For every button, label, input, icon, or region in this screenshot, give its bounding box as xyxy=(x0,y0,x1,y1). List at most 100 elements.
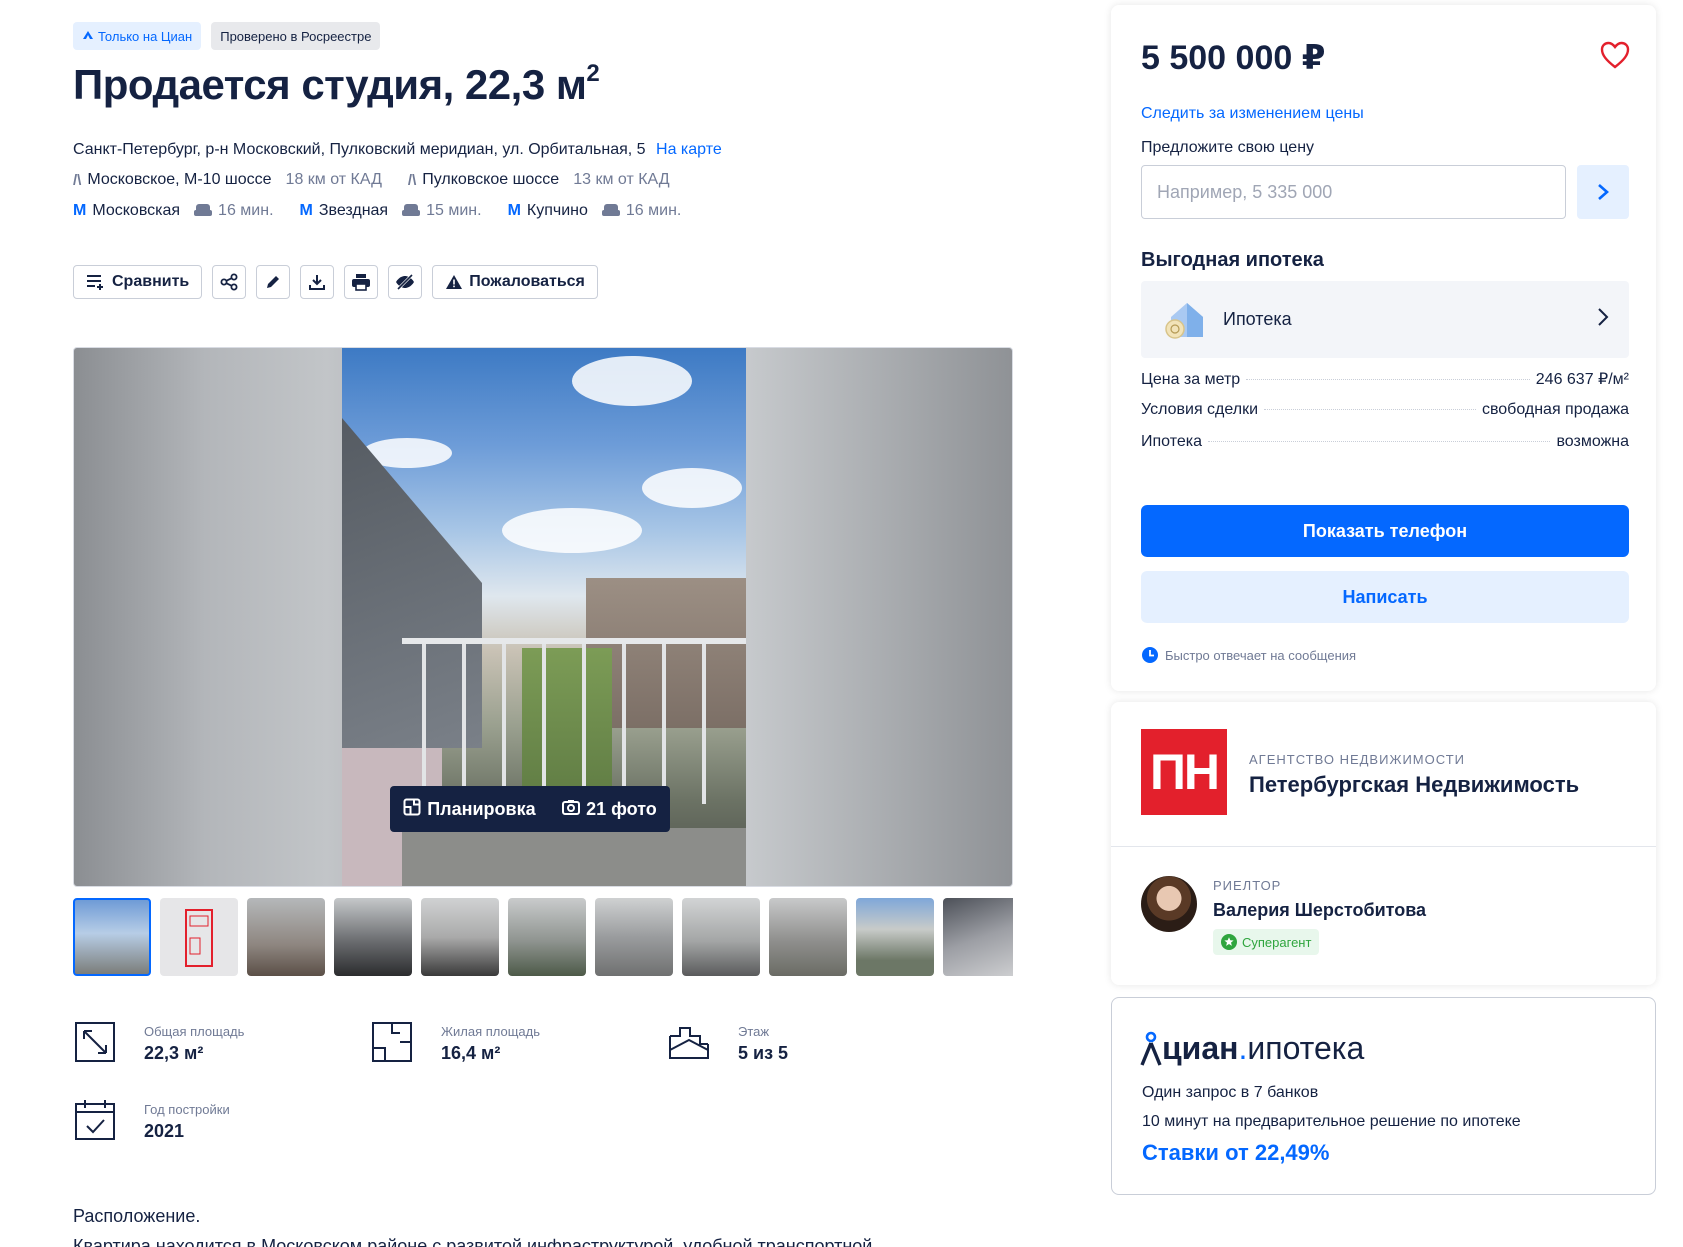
only-cian-label: Только на Циан xyxy=(98,28,193,44)
thumbnail[interactable] xyxy=(943,898,1013,976)
fact-living-area: Жилая площадь 16,4 м² xyxy=(370,1020,670,1064)
detail-row: Цена за метр 246 637 ₽/м² xyxy=(1141,369,1629,389)
write-message-button[interactable]: Написать xyxy=(1141,571,1629,623)
warning-icon xyxy=(445,274,463,290)
map-link[interactable]: На карте xyxy=(656,141,722,158)
thumbnail[interactable] xyxy=(73,898,151,976)
agency-logo[interactable]: ПН xyxy=(1141,729,1227,815)
cian-mortgage-card[interactable]: циан. ипотека Один запрос в 7 банков 10 м… xyxy=(1111,997,1656,1195)
highway-name: Пулковское шоссе xyxy=(422,171,560,188)
logo-suffix: ипотека xyxy=(1247,1030,1365,1066)
balcony-railing xyxy=(402,638,746,804)
car-icon xyxy=(402,204,421,218)
price: 5 500 000 ₽ xyxy=(1141,39,1326,77)
floorplan-icon xyxy=(403,798,421,821)
thumbnail[interactable] xyxy=(595,898,673,976)
superagent-label: Суперагент xyxy=(1242,934,1312,950)
metro-time: 16 мин. xyxy=(218,202,274,219)
thumbnail[interactable] xyxy=(769,898,847,976)
photos-button[interactable]: 21 фото xyxy=(562,799,657,820)
logo-dot: . xyxy=(1238,1030,1248,1066)
fact-year: Год постройки 2021 xyxy=(73,1098,373,1142)
fact-value: 22,3 м² xyxy=(144,1043,204,1063)
pencil-icon xyxy=(264,273,282,291)
cian-mortgage-line: Один запрос в 7 банков xyxy=(1142,1084,1319,1101)
edit-button[interactable] xyxy=(256,265,291,299)
offer-submit-button[interactable] xyxy=(1577,165,1629,219)
metro-item: M Звездная 15 мин. xyxy=(300,202,482,220)
highway-icon: /\ xyxy=(407,171,417,189)
agency-logo-text: ПН xyxy=(1149,744,1220,800)
photos-label: 21 фото xyxy=(586,798,657,819)
show-phone-button[interactable]: Показать телефон xyxy=(1141,505,1629,557)
mortgage-item-label: Ипотека xyxy=(1223,309,1292,329)
page-title: Продается студия, 22,3 м2 xyxy=(73,60,600,109)
thumbnail[interactable] xyxy=(247,898,325,976)
metro-item: M Московская 16 мин. xyxy=(73,202,274,220)
offer-label: Предложите свою цену xyxy=(1141,139,1315,156)
offer-price-input[interactable] xyxy=(1141,165,1566,219)
layout-label: Планировка xyxy=(427,798,536,819)
detail-value: свободная продажа xyxy=(1481,401,1629,418)
description-line: Квартира находится в Московском районе с… xyxy=(73,1236,873,1247)
toolbar: Сравнить Пожаловаться xyxy=(73,265,598,299)
fact-value: 16,4 м² xyxy=(441,1043,501,1063)
agency-card: ПН АГЕНТСТВО НЕДВИЖИМОСТИ Петербургская … xyxy=(1111,702,1656,985)
chevron-right-icon xyxy=(1598,184,1609,200)
total-area-icon xyxy=(75,1022,115,1062)
hide-button[interactable] xyxy=(388,265,423,299)
metro-icon: M xyxy=(299,202,313,219)
download-button[interactable] xyxy=(300,265,335,299)
address-text: Санкт-Петербург, р-н Московский, Пулковс… xyxy=(73,141,646,158)
thumbnail[interactable] xyxy=(682,898,760,976)
metro-name: Купчино xyxy=(526,202,588,219)
print-button[interactable] xyxy=(344,265,379,299)
layout-button[interactable]: Планировка xyxy=(403,798,536,821)
cian-arrow-icon xyxy=(82,29,94,44)
detail-key: Ипотека xyxy=(1141,433,1203,450)
car-icon xyxy=(601,204,620,218)
fact-label: Год постройки xyxy=(144,1102,230,1117)
cloud xyxy=(502,508,642,553)
cian-mortgage-rate[interactable]: Ставки от 22,49% xyxy=(1142,1140,1329,1166)
thumbnail[interactable] xyxy=(508,898,586,976)
metro-item: M Купчино 16 мин. xyxy=(508,202,682,220)
share-button[interactable] xyxy=(212,265,247,299)
detail-row: Ипотека возможна xyxy=(1141,433,1629,451)
fact-value: 2021 xyxy=(144,1121,185,1141)
compare-label: Сравнить xyxy=(112,273,190,290)
avatar[interactable] xyxy=(1141,876,1197,932)
mortgage-item[interactable]: Ипотека xyxy=(1141,281,1629,358)
metro-time: 15 мин. xyxy=(426,202,482,219)
thumbnail-floorplan[interactable] xyxy=(160,898,238,976)
download-icon xyxy=(308,273,326,291)
agency-name[interactable]: Петербургская Недвижимость xyxy=(1249,772,1579,798)
thumbnail[interactable] xyxy=(856,898,934,976)
compare-icon xyxy=(86,274,106,290)
printer-icon xyxy=(351,273,371,291)
address: Санкт-Петербург, р-н Московский, Пулковс… xyxy=(73,141,722,159)
detail-key: Цена за метр xyxy=(1141,371,1241,388)
metro-icon: M xyxy=(507,202,521,219)
metro-row: M Московская 16 мин. M Звездная 15 мин. … xyxy=(73,202,707,220)
favorite-button[interactable] xyxy=(1600,41,1630,74)
watch-price-link[interactable]: Следить за изменением цены xyxy=(1141,105,1364,123)
cian-mortgage-logo: циан. ипотека xyxy=(1140,1030,1364,1067)
only-cian-badge: Только на Циан xyxy=(73,22,202,50)
star-badge-icon xyxy=(1221,934,1237,950)
compare-button[interactable]: Сравнить xyxy=(73,265,203,299)
page-title-sup: 2 xyxy=(586,60,600,87)
thumbnail[interactable] xyxy=(421,898,499,976)
realtor-name[interactable]: Валерия Шерстобитова xyxy=(1213,900,1426,921)
price-card: 5 500 000 ₽ Следить за изменением цены П… xyxy=(1111,5,1656,691)
photo-gallery[interactable]: Планировка 21 фото xyxy=(73,347,1013,887)
report-button[interactable]: Пожаловаться xyxy=(432,265,598,299)
metro-name: Московская xyxy=(92,202,181,219)
thumbnail[interactable] xyxy=(334,898,412,976)
detail-row: Условия сделки свободная продажа xyxy=(1141,401,1629,419)
description: Расположение. Квартира находится в Моско… xyxy=(73,1201,973,1247)
divider xyxy=(1111,846,1656,847)
agency-type: АГЕНТСТВО НЕДВИЖИМОСТИ xyxy=(1249,752,1465,767)
chevron-right-icon xyxy=(1598,308,1609,326)
superagent-badge: Суперагент xyxy=(1213,929,1320,955)
